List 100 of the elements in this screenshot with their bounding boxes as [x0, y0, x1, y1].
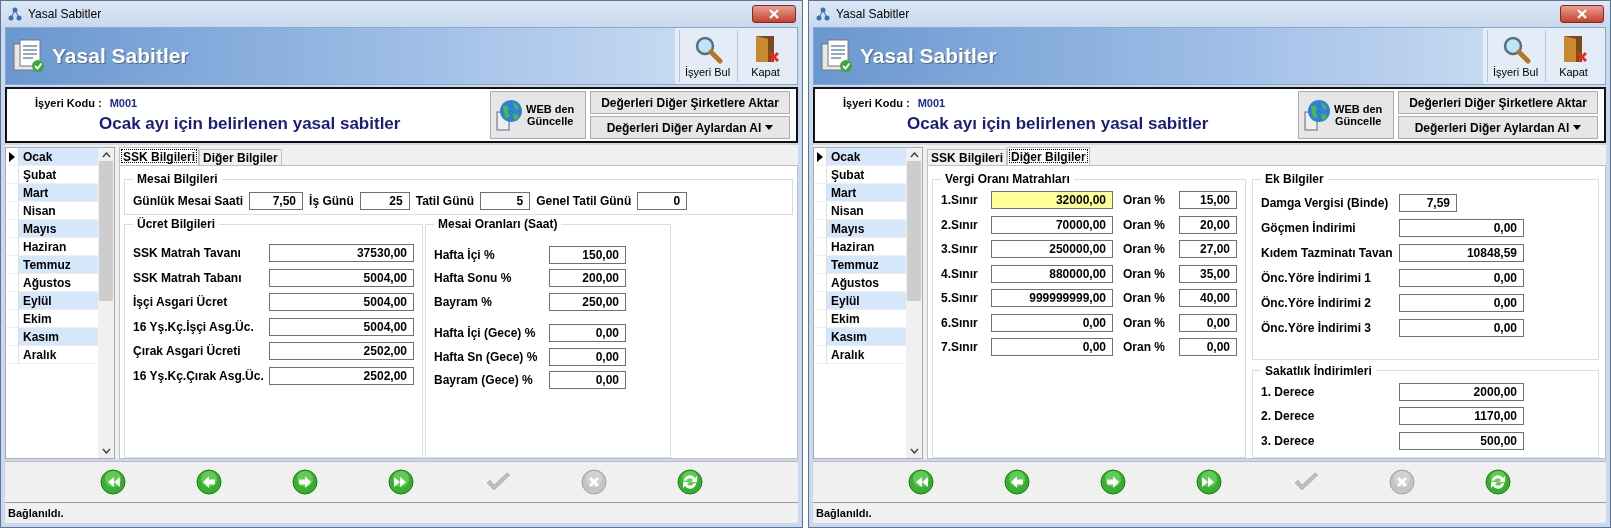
close-icon	[768, 9, 780, 19]
web-update-button[interactable]: WEB den Güncelle	[1298, 91, 1394, 139]
previous-record-icon[interactable]	[1003, 468, 1032, 496]
input-field[interactable]: 0,00	[1399, 318, 1524, 337]
field-label: Hafta Sonu %	[434, 271, 513, 286]
field-label: Oran %	[1123, 340, 1166, 355]
toolbar-button[interactable]: İşyeri Bul	[1487, 30, 1543, 82]
toolbar-button[interactable]: Kapat	[737, 30, 793, 82]
app-icon	[7, 6, 23, 22]
web-update-button[interactable]: WEB den Güncelle	[490, 91, 586, 139]
last-record-icon[interactable]	[1195, 468, 1224, 496]
input-field[interactable]: 2502,00	[269, 366, 414, 385]
row-pointer-icon	[817, 151, 823, 162]
input-field[interactable]: 200,00	[549, 269, 626, 288]
input-field[interactable]: 5	[480, 192, 531, 210]
field-label: Damga Vergisi (Binde)	[1261, 195, 1390, 210]
close-button[interactable]	[752, 5, 796, 23]
input-field[interactable]: 2502,00	[269, 342, 414, 361]
input-field[interactable]: 20,00	[1179, 215, 1237, 234]
scrollbar[interactable]	[906, 148, 922, 458]
refresh-icon[interactable]	[1483, 468, 1512, 496]
next-record-icon[interactable]	[291, 468, 320, 496]
window-title: Yasal Sabitler	[836, 7, 911, 21]
close-button[interactable]	[1560, 5, 1604, 23]
input-field[interactable]: 0,00	[1399, 293, 1524, 312]
input-field[interactable]: 2000,00	[1399, 382, 1524, 401]
input-field[interactable]: 25	[359, 192, 410, 210]
app-icon	[815, 6, 831, 22]
field-label: Hafta Sn (Gece) %	[434, 349, 539, 364]
group-title: Sakatlık İndirimleri	[1264, 363, 1373, 378]
input-field[interactable]: 35,00	[1179, 264, 1237, 283]
input-field[interactable]: 27,00	[1179, 240, 1237, 259]
field-label: 5.Sınır	[941, 291, 979, 306]
scroll-down-icon	[101, 448, 111, 454]
action-button[interactable]: Değerleri Diğer Aylardan Al	[590, 116, 790, 139]
input-field[interactable]: 0	[637, 192, 688, 210]
field-label: 1. Derece	[1261, 384, 1316, 399]
input-field[interactable]: 880000,00	[991, 264, 1113, 283]
field-label: Bayram %	[434, 294, 494, 309]
action-button[interactable]: Değerleri Diğer Şirketlere Aktar	[1398, 91, 1598, 114]
action-button[interactable]: Değerleri Diğer Şirketlere Aktar	[590, 91, 790, 114]
tab[interactable]: SSK Bilgileri	[927, 149, 1008, 165]
field-label: Hafta İçi (Gece) %	[434, 326, 537, 341]
first-record-icon[interactable]	[907, 468, 936, 496]
last-record-icon[interactable]	[387, 468, 416, 496]
field-label: 6.Sınır	[941, 315, 979, 330]
field-label: 16 Yş.Kç.İşçi Asg.Üc.	[133, 319, 255, 334]
input-field[interactable]: 7,50	[249, 192, 304, 210]
field-label: Günlük Mesai Saati	[133, 194, 244, 208]
input-field[interactable]: 10848,59	[1399, 243, 1524, 262]
input-field[interactable]: 0,00	[1179, 313, 1237, 332]
previous-record-icon[interactable]	[195, 468, 224, 496]
input-field[interactable]: 1170,00	[1399, 407, 1524, 426]
input-field[interactable]: 0,00	[549, 347, 626, 366]
tab[interactable]: SSK Bilgileri	[119, 147, 200, 165]
input-field[interactable]: 32000,00	[991, 191, 1113, 210]
field-label: 7.Sınır	[941, 340, 979, 355]
page-subtitle: Ocak ayı için belirlenen yasal sabitler	[906, 113, 1210, 134]
input-field[interactable]: 0,00	[1179, 338, 1237, 357]
input-field[interactable]: 0,00	[549, 371, 626, 390]
refresh-icon[interactable]	[675, 468, 704, 496]
field-label: Oran %	[1123, 266, 1166, 281]
field-label: Oran %	[1123, 242, 1166, 257]
tab[interactable]: Diğer Bilgiler	[199, 149, 282, 165]
input-field[interactable]: 250000,00	[991, 240, 1113, 259]
field-label: Kıdem Tazminatı Tavan	[1261, 245, 1394, 260]
input-field[interactable]: 250,00	[549, 292, 626, 311]
company-code: M001	[109, 96, 138, 109]
input-field[interactable]: 0,00	[991, 338, 1113, 357]
input-field[interactable]: 0,00	[549, 324, 626, 343]
scrollbar[interactable]	[98, 148, 114, 458]
toolbar-button[interactable]: Kapat	[1545, 30, 1601, 82]
scroll-thumb[interactable]	[907, 161, 921, 301]
field-label: Bayram (Gece) %	[434, 373, 534, 388]
input-field[interactable]: 5004,00	[269, 293, 414, 312]
company-code: M001	[917, 96, 946, 109]
first-record-icon[interactable]	[99, 468, 128, 496]
toolbar-button[interactable]: İşyeri Bul	[679, 30, 735, 82]
input-field[interactable]: 70000,00	[991, 215, 1113, 234]
input-field[interactable]: 15,00	[1179, 191, 1237, 210]
input-field[interactable]: 5004,00	[269, 268, 414, 287]
header-title: Yasal Sabitler	[52, 44, 190, 68]
input-field[interactable]: 5004,00	[269, 317, 414, 336]
input-field[interactable]: 0,00	[991, 313, 1113, 332]
input-field[interactable]: 7,59	[1399, 193, 1457, 212]
input-field[interactable]: 150,00	[549, 245, 626, 264]
input-field[interactable]: 40,00	[1179, 289, 1237, 308]
input-field[interactable]: 999999999,00	[991, 289, 1113, 308]
field-label: Oran %	[1123, 217, 1166, 232]
input-field[interactable]: 0,00	[1399, 218, 1524, 237]
scroll-thumb[interactable]	[99, 161, 113, 301]
next-record-icon[interactable]	[1099, 468, 1128, 496]
document-check-icon	[820, 38, 854, 74]
input-field[interactable]: 0,00	[1399, 268, 1524, 287]
tab[interactable]: Diğer Bilgiler	[1007, 147, 1090, 165]
status-text: Bağlanıldı.	[8, 507, 64, 519]
input-field[interactable]: 37530,00	[269, 244, 414, 263]
group-title: Vergi Oranı Matrahları	[944, 172, 1071, 186]
input-field[interactable]: 500,00	[1399, 431, 1524, 450]
action-button[interactable]: Değerleri Diğer Aylardan Al	[1398, 116, 1598, 139]
